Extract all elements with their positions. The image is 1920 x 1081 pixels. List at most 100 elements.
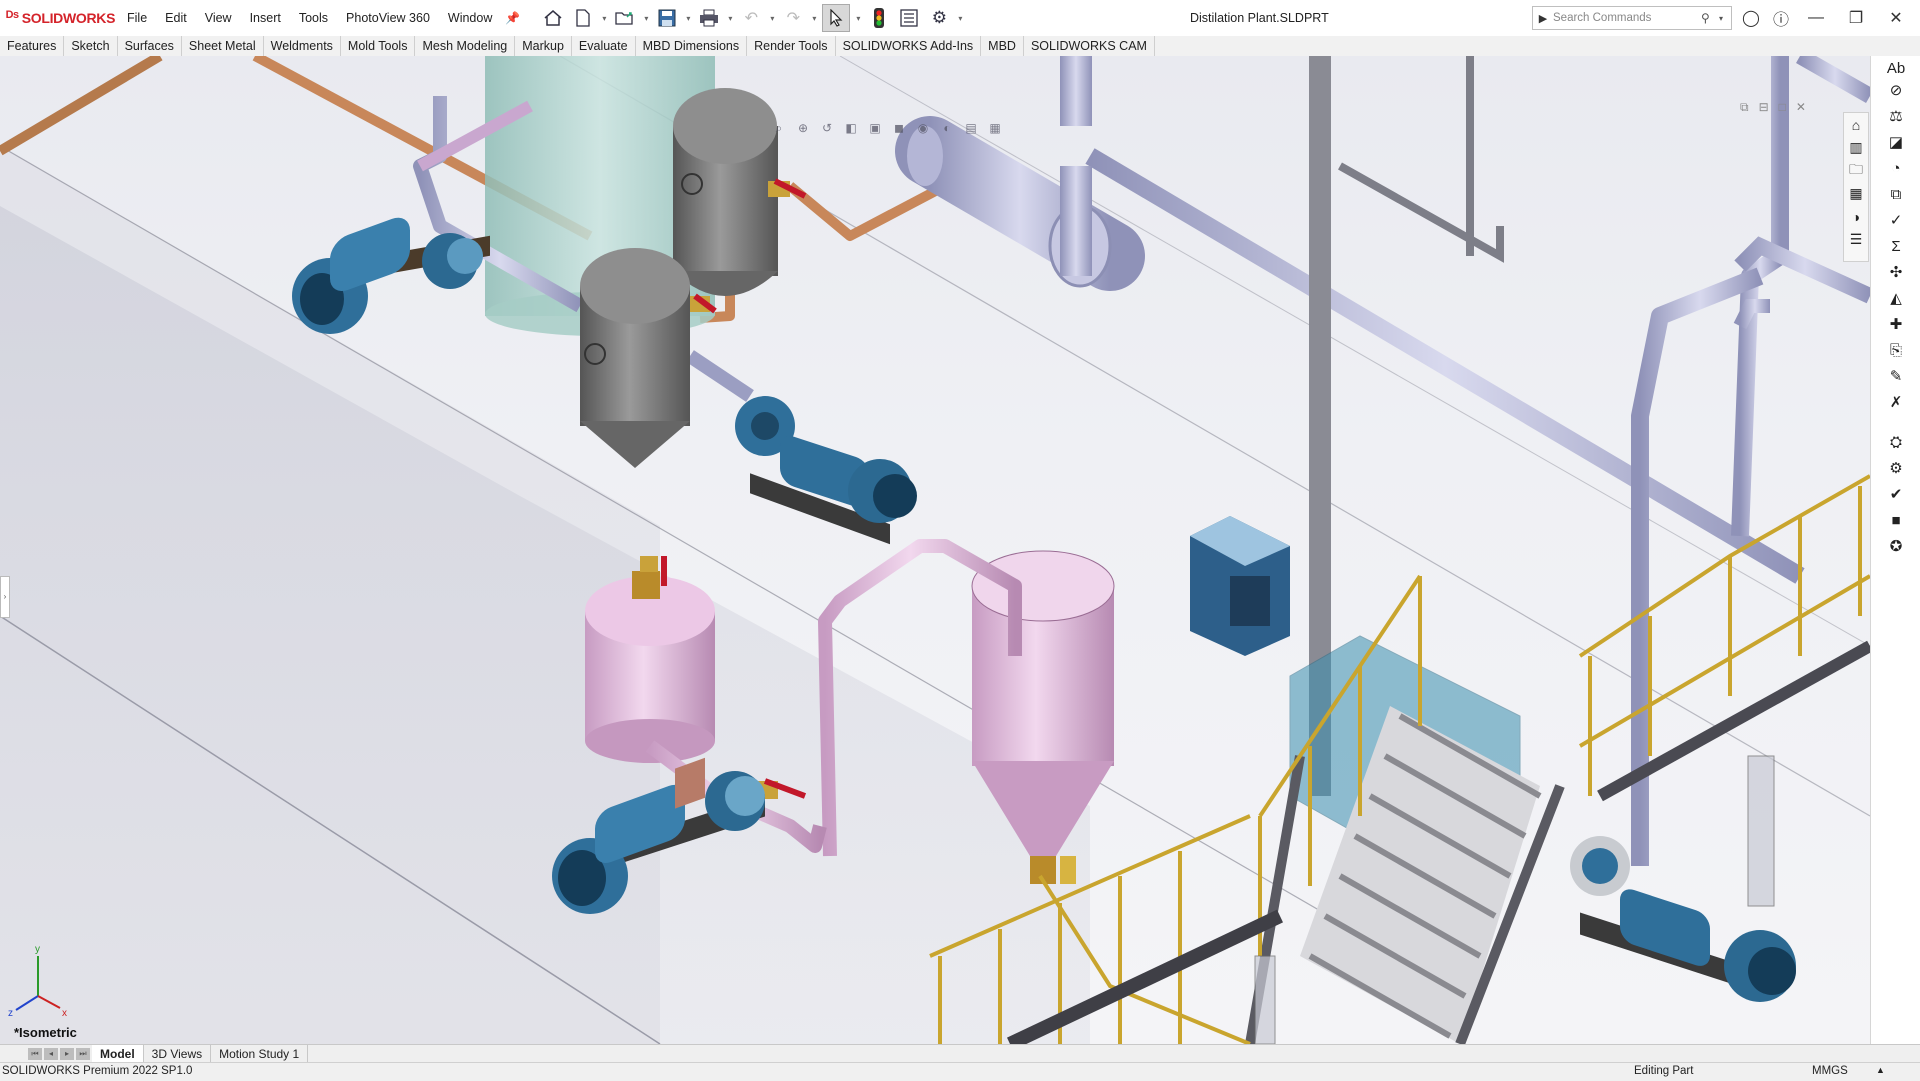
view-orientation-icon[interactable]: ▣ (866, 120, 884, 136)
solidworks-logo[interactable]: ᴰˢ SOLIDWORKS (6, 9, 118, 27)
redo-icon[interactable]: ↷ (780, 5, 806, 31)
tab-motion-study[interactable]: Motion Study 1 (211, 1045, 309, 1063)
symmetry-check-icon[interactable]: ✗ (1885, 392, 1907, 412)
compare-icon[interactable]: ■ (1885, 510, 1907, 530)
tab-sketch[interactable]: Sketch (64, 36, 118, 56)
tab-markup[interactable]: Markup (515, 36, 572, 56)
tab-render-tools[interactable]: Render Tools (747, 36, 836, 56)
resources-icon[interactable]: ⌂ (1844, 113, 1868, 136)
unit-system[interactable]: MMGS (1812, 1065, 1848, 1077)
interference-icon[interactable]: ✣ (1885, 262, 1907, 282)
sustainability-icon[interactable]: ✪ (1885, 536, 1907, 556)
statistics-icon[interactable]: ⧉ (1885, 184, 1907, 204)
menu-photoview[interactable]: PhotoView 360 (337, 0, 439, 36)
restore-icon[interactable]: ❐ (1836, 0, 1876, 36)
file-properties-icon[interactable] (896, 5, 922, 31)
viewport-close-icon[interactable]: ✕ (1796, 100, 1806, 115)
section-properties-icon[interactable]: ◪ (1885, 132, 1907, 152)
new-dropdown-icon[interactable]: ▾ (600, 5, 608, 31)
tab-solidworks-add-ins[interactable]: SOLIDWORKS Add-Ins (836, 36, 982, 56)
view-palette-icon[interactable]: ▦ (1844, 182, 1868, 205)
tab-mold-tools[interactable]: Mold Tools (341, 36, 416, 56)
next-tab-icon[interactable]: ▸ (60, 1048, 74, 1060)
previous-view-icon[interactable]: ↺ (818, 120, 836, 136)
tab-mesh-modeling[interactable]: Mesh Modeling (415, 36, 516, 56)
print-dropdown-icon[interactable]: ▾ (726, 5, 734, 31)
select-icon[interactable] (822, 4, 851, 32)
costing-icon[interactable]: ⚙ (1885, 458, 1907, 478)
simulation-xpress-icon[interactable]: ⛭ (1885, 432, 1907, 452)
custom-properties-icon[interactable]: ☰ (1844, 228, 1868, 251)
hide-show-icon[interactable]: ◉ (914, 120, 932, 136)
home-icon[interactable] (540, 5, 566, 31)
menu-insert[interactable]: Insert (241, 0, 290, 36)
save-icon[interactable] (654, 5, 680, 31)
zoom-to-fit-icon[interactable]: ⌕ (770, 120, 788, 136)
tab-mbd[interactable]: MBD (981, 36, 1024, 56)
first-tab-icon[interactable]: ⏮ (28, 1048, 42, 1060)
open-dropdown-icon[interactable]: ▾ (642, 5, 650, 31)
save-dropdown-icon[interactable]: ▾ (684, 5, 692, 31)
search-dropdown-icon[interactable]: ▾ (1719, 14, 1731, 23)
options-icon[interactable]: ⚙ (926, 5, 952, 31)
draft-analysis-icon[interactable]: ◭ (1885, 288, 1907, 308)
menu-edit[interactable]: Edit (156, 0, 196, 36)
tab-3d-views[interactable]: 3D Views (144, 1045, 212, 1063)
prev-tab-icon[interactable]: ◂ (44, 1048, 58, 1060)
pin-icon[interactable]: 📌 (505, 11, 520, 25)
help-icon[interactable]: ⓘ (1766, 0, 1796, 36)
open-icon[interactable] (612, 5, 638, 31)
tab-weldments[interactable]: Weldments (264, 36, 341, 56)
redo-dropdown-icon[interactable]: ▾ (810, 5, 818, 31)
apply-scene-icon[interactable]: ▤ (962, 120, 980, 136)
menu-tools[interactable]: Tools (290, 0, 337, 36)
measure-icon[interactable]: ⊘ (1885, 80, 1907, 100)
sensor-icon[interactable]: ◔ (1885, 158, 1907, 178)
status-expand-icon[interactable]: ▲ (1876, 1065, 1885, 1075)
smart-dimension-icon[interactable]: Ab (1885, 58, 1907, 78)
zoom-area-icon[interactable]: ⊕ (794, 120, 812, 136)
undo-icon[interactable]: ↶ (738, 5, 764, 31)
search-commands-box[interactable]: ▶ Search Commands ⚲ ▾ (1532, 6, 1732, 30)
viewport-tile-icon[interactable]: ⊟ (1759, 100, 1769, 115)
tab-evaluate[interactable]: Evaluate (572, 36, 636, 56)
edit-appearance-icon[interactable]: ◐ (938, 120, 956, 136)
view-settings-icon[interactable]: ▦ (986, 120, 1004, 136)
options-dropdown-icon[interactable]: ▾ (956, 5, 964, 31)
account-icon[interactable]: ◯ (1736, 0, 1766, 36)
select-dropdown-icon[interactable]: ▾ (854, 5, 862, 31)
design-library-icon[interactable]: ▥ (1844, 136, 1868, 159)
undo-dropdown-icon[interactable]: ▾ (768, 5, 776, 31)
check-icon[interactable]: ✓ (1885, 210, 1907, 230)
parting-line-icon[interactable]: ⎘ (1885, 340, 1907, 360)
last-tab-icon[interactable]: ⏭ (76, 1048, 90, 1060)
plant-model[interactable]: y z x (0, 56, 1870, 1044)
minimize-icon[interactable]: — (1796, 0, 1836, 36)
file-explorer-icon[interactable]: 🗀 (1844, 159, 1868, 182)
menu-view[interactable]: View (196, 0, 241, 36)
viewport-maximize-icon[interactable]: □ (1779, 100, 1786, 115)
thickness-analysis-icon[interactable]: ✎ (1885, 366, 1907, 386)
appearances-icon[interactable]: ◑ (1844, 205, 1868, 228)
tab-surfaces[interactable]: Surfaces (118, 36, 182, 56)
search-input[interactable]: Search Commands (1553, 12, 1701, 24)
new-document-icon[interactable] (570, 5, 596, 31)
graphics-area[interactable]: y z x ⌕ ⊕ ↺ ◧ ▣ ◼ ◉ ◐ ▤ ▦ ⧉ ⊟ □ ✕ › ⌂ ▥ … (0, 56, 1870, 1044)
mass-properties-icon[interactable]: ⚖ (1885, 106, 1907, 126)
display-style-icon[interactable]: ◼ (890, 120, 908, 136)
tab-solidworks-cam[interactable]: SOLIDWORKS CAM (1024, 36, 1155, 56)
design-checker-icon[interactable]: ✔ (1885, 484, 1907, 504)
section-view-icon[interactable]: ◧ (842, 120, 860, 136)
print-icon[interactable] (696, 5, 722, 31)
close-icon[interactable]: ✕ (1876, 0, 1916, 36)
tab-sheet-metal[interactable]: Sheet Metal (182, 36, 264, 56)
tab-mbd-dimensions[interactable]: MBD Dimensions (636, 36, 748, 56)
tab-model[interactable]: Model (92, 1045, 144, 1063)
menu-window[interactable]: Window (439, 0, 501, 36)
tab-features[interactable]: Features (0, 36, 65, 56)
undercut-icon[interactable]: ✚ (1885, 314, 1907, 334)
viewport-restore-icon[interactable]: ⧉ (1740, 100, 1749, 115)
search-icon[interactable]: ⚲ (1701, 11, 1719, 25)
equations-icon[interactable]: Σ (1885, 236, 1907, 256)
menu-file[interactable]: File (118, 0, 156, 36)
